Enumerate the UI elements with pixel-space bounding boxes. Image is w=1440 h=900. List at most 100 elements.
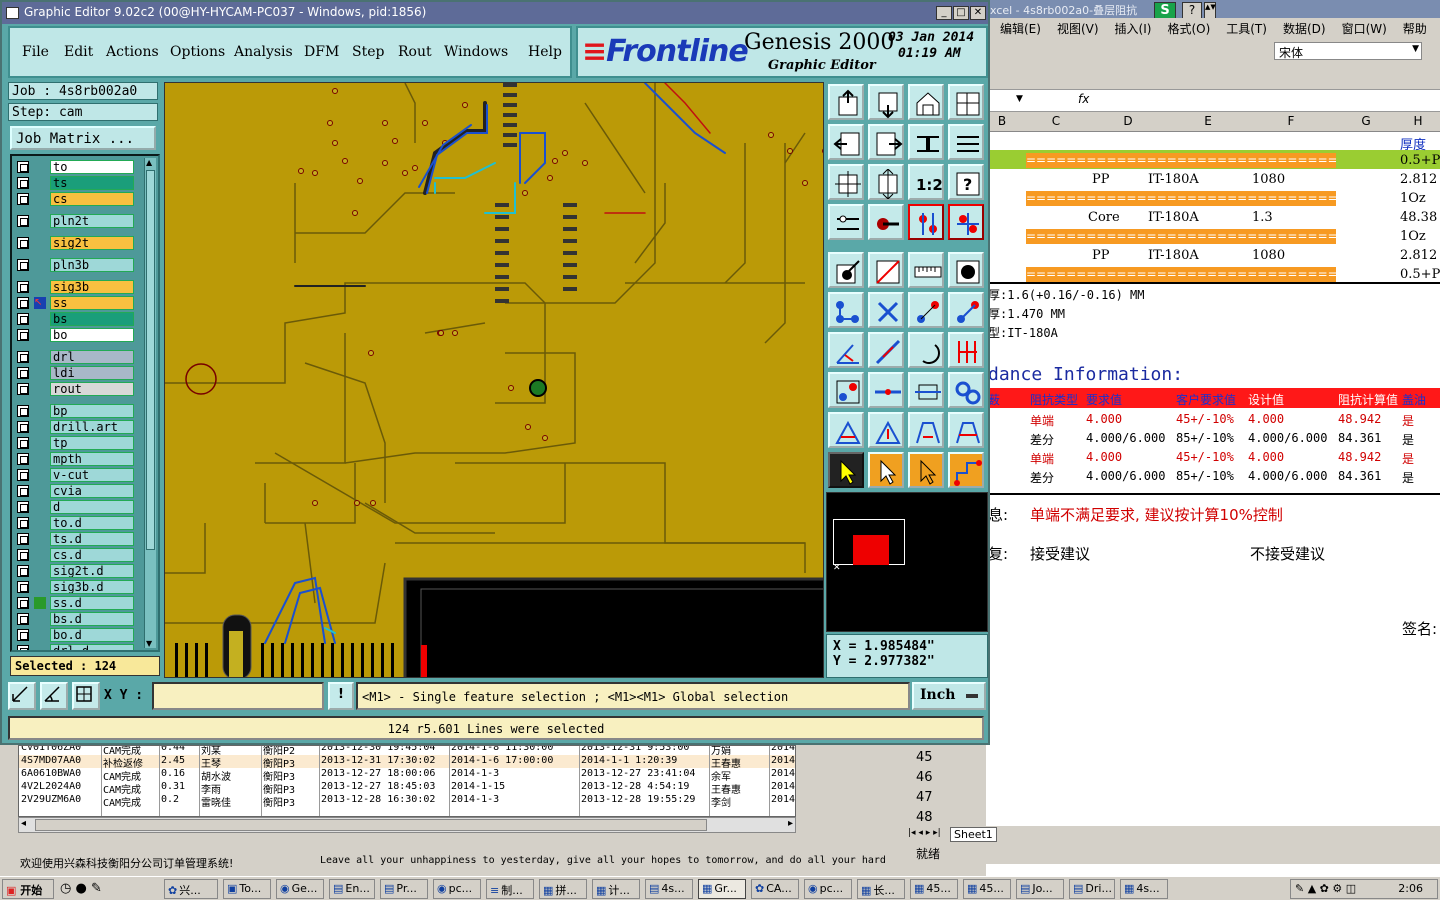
taskbar-button[interactable]: ▦ Gr... [698,879,746,899]
table-row[interactable]: 2V29UZM6A0 CAM完成 0.2 雷晓佳 衡阳P3 2013-12-28 16:3… [19,794,795,809]
profile-edit-icon[interactable] [948,412,984,448]
column-header[interactable]: F [1246,114,1336,128]
layer-checkbox[interactable] [17,297,29,309]
angle-icon[interactable] [40,682,68,710]
excel-menu-format[interactable]: 格式(O) [1159,18,1218,38]
filter-icon[interactable] [828,204,864,240]
layer-checkbox[interactable] [17,517,29,529]
table-row[interactable]: 4V2L2024A0 CAM完成 0.31 李雨 衡阳P3 2013-12-27 18:4… [19,781,795,796]
taskbar-button[interactable]: ▦ 拼... [539,879,587,899]
scroll-down-icon[interactable]: ▼ [146,639,152,648]
font-select[interactable]: 宋体 ▼ [1274,42,1422,60]
layer-checkbox[interactable] [17,237,29,249]
taskbar-button[interactable]: ✿ CA... [751,879,799,899]
xy-input[interactable] [152,682,324,710]
layer-row[interactable]: d [14,500,138,514]
row-number[interactable]: 45 [916,750,933,765]
scroll-up-icon[interactable]: ▲ [146,158,152,167]
layer-checkbox[interactable] [17,533,29,545]
layer-row[interactable]: tp [14,436,138,450]
menu-step[interactable]: Step [352,44,384,60]
sheet-tab[interactable]: Sheet1 [950,827,997,842]
menu-dfm[interactable]: DFM [304,44,339,60]
lines-icon[interactable] [948,124,984,160]
row-number[interactable]: 46 [916,770,933,785]
row-number[interactable]: 48 [916,810,933,825]
layer-checkbox[interactable] [17,501,29,513]
ruler-icon[interactable] [908,252,944,288]
layer-row[interactable]: ts.d [14,532,138,546]
column-header[interactable]: H [1396,114,1440,128]
copy-feature-icon[interactable] [948,292,984,328]
rotate-icon[interactable] [908,332,944,368]
delete-icon[interactable] [868,292,904,328]
layer-checkbox[interactable] [17,177,29,189]
grid-view-icon[interactable] [948,84,984,120]
triangle-select-icon[interactable] [828,412,864,448]
layer-row[interactable]: sig3b.d [14,580,138,594]
slash-line-icon[interactable] [868,332,904,368]
formula-bar[interactable]: ▼ fx [986,90,1440,112]
scroll-thumb[interactable] [146,170,155,550]
layer-row[interactable]: sig2t [14,236,138,250]
layer-row[interactable]: drl.d [14,644,138,650]
layer-checkbox[interactable] [17,421,29,433]
triangle-edit-icon[interactable] [868,412,904,448]
graphic-canvas[interactable] [164,82,824,678]
parallel-icon[interactable] [948,332,984,368]
move-up-icon[interactable] [828,84,864,120]
menu-actions[interactable]: Actions [106,44,159,60]
horizontal-scrollbar[interactable]: ◂ ▸ [18,817,796,833]
layer-row[interactable]: mpth [14,452,138,466]
layer-row[interactable]: sig3b [14,280,138,294]
layer-row[interactable]: v-cut [14,468,138,482]
layer-row[interactable]: sig2t.d [14,564,138,578]
layer-checkbox[interactable] [17,565,29,577]
pad-snap-icon[interactable] [828,252,864,288]
taskbar-button[interactable]: ▤ En... [329,879,375,899]
name-box-dropdown-icon[interactable]: ▼ [1016,94,1023,104]
taskbar-button[interactable]: ✿ 兴... [164,879,218,899]
excel-menu-tools[interactable]: 工具(T) [1218,18,1275,38]
layer-row[interactable]: cvia [14,484,138,498]
layer-checkbox[interactable] [17,329,29,341]
layer-checkbox[interactable] [17,351,29,363]
menu-windows[interactable]: Windows [444,44,508,60]
help-icon[interactable]: ? [948,164,984,200]
menu-edit[interactable]: Edit [64,44,93,60]
menu-rout[interactable]: Rout [398,44,432,60]
layer-checkbox[interactable] [17,629,29,641]
pan-right-icon[interactable] [868,124,904,160]
column-header[interactable]: G [1336,114,1396,128]
line-break-icon[interactable] [868,372,904,408]
taskbar-button[interactable]: ▤ Pr... [380,879,428,899]
layer-checkbox[interactable] [17,485,29,497]
move-down-icon[interactable] [868,84,904,120]
scroll-thumb[interactable] [35,819,707,831]
maximize-button[interactable]: □ [953,6,969,20]
tray-icons[interactable]: ✎ ▲ ✿ ⚙ ◫ [1295,882,1356,895]
layer-row[interactable]: rout [14,382,138,396]
overview-minimap[interactable]: ✕ [826,492,988,632]
layer-row[interactable]: ↖ ss [14,296,138,310]
layer-row[interactable]: ldi [14,366,138,380]
layer-checkbox[interactable] [17,193,29,205]
menu-options[interactable]: Options [170,44,225,60]
route-icon[interactable] [948,452,984,488]
layer-checkbox[interactable] [17,405,29,417]
menu-help[interactable]: Help [528,44,562,60]
layer-checkbox[interactable] [17,313,29,325]
taskbar-button[interactable]: ▦ 长... [857,879,905,899]
xy-apply-button[interactable]: ! [328,682,354,710]
taskbar-button[interactable]: ▦ 45... [910,879,958,899]
layer-row[interactable]: bo.d [14,628,138,642]
layer-checkbox[interactable] [17,645,29,650]
layer-list-scrollbar[interactable]: ▲ ▼ [144,158,156,648]
taskbar-button[interactable]: ▤ 4s... [645,879,693,899]
sheet-nav-icons[interactable]: |◂ ◂ ▸ ▸| [908,828,941,838]
taskbar-button[interactable]: ≡ 制... [486,879,534,899]
resize-icon[interactable] [908,372,944,408]
menu-file[interactable]: File [22,44,49,60]
layer-row[interactable]: bs [14,312,138,326]
layer-row[interactable]: to.d [14,516,138,530]
